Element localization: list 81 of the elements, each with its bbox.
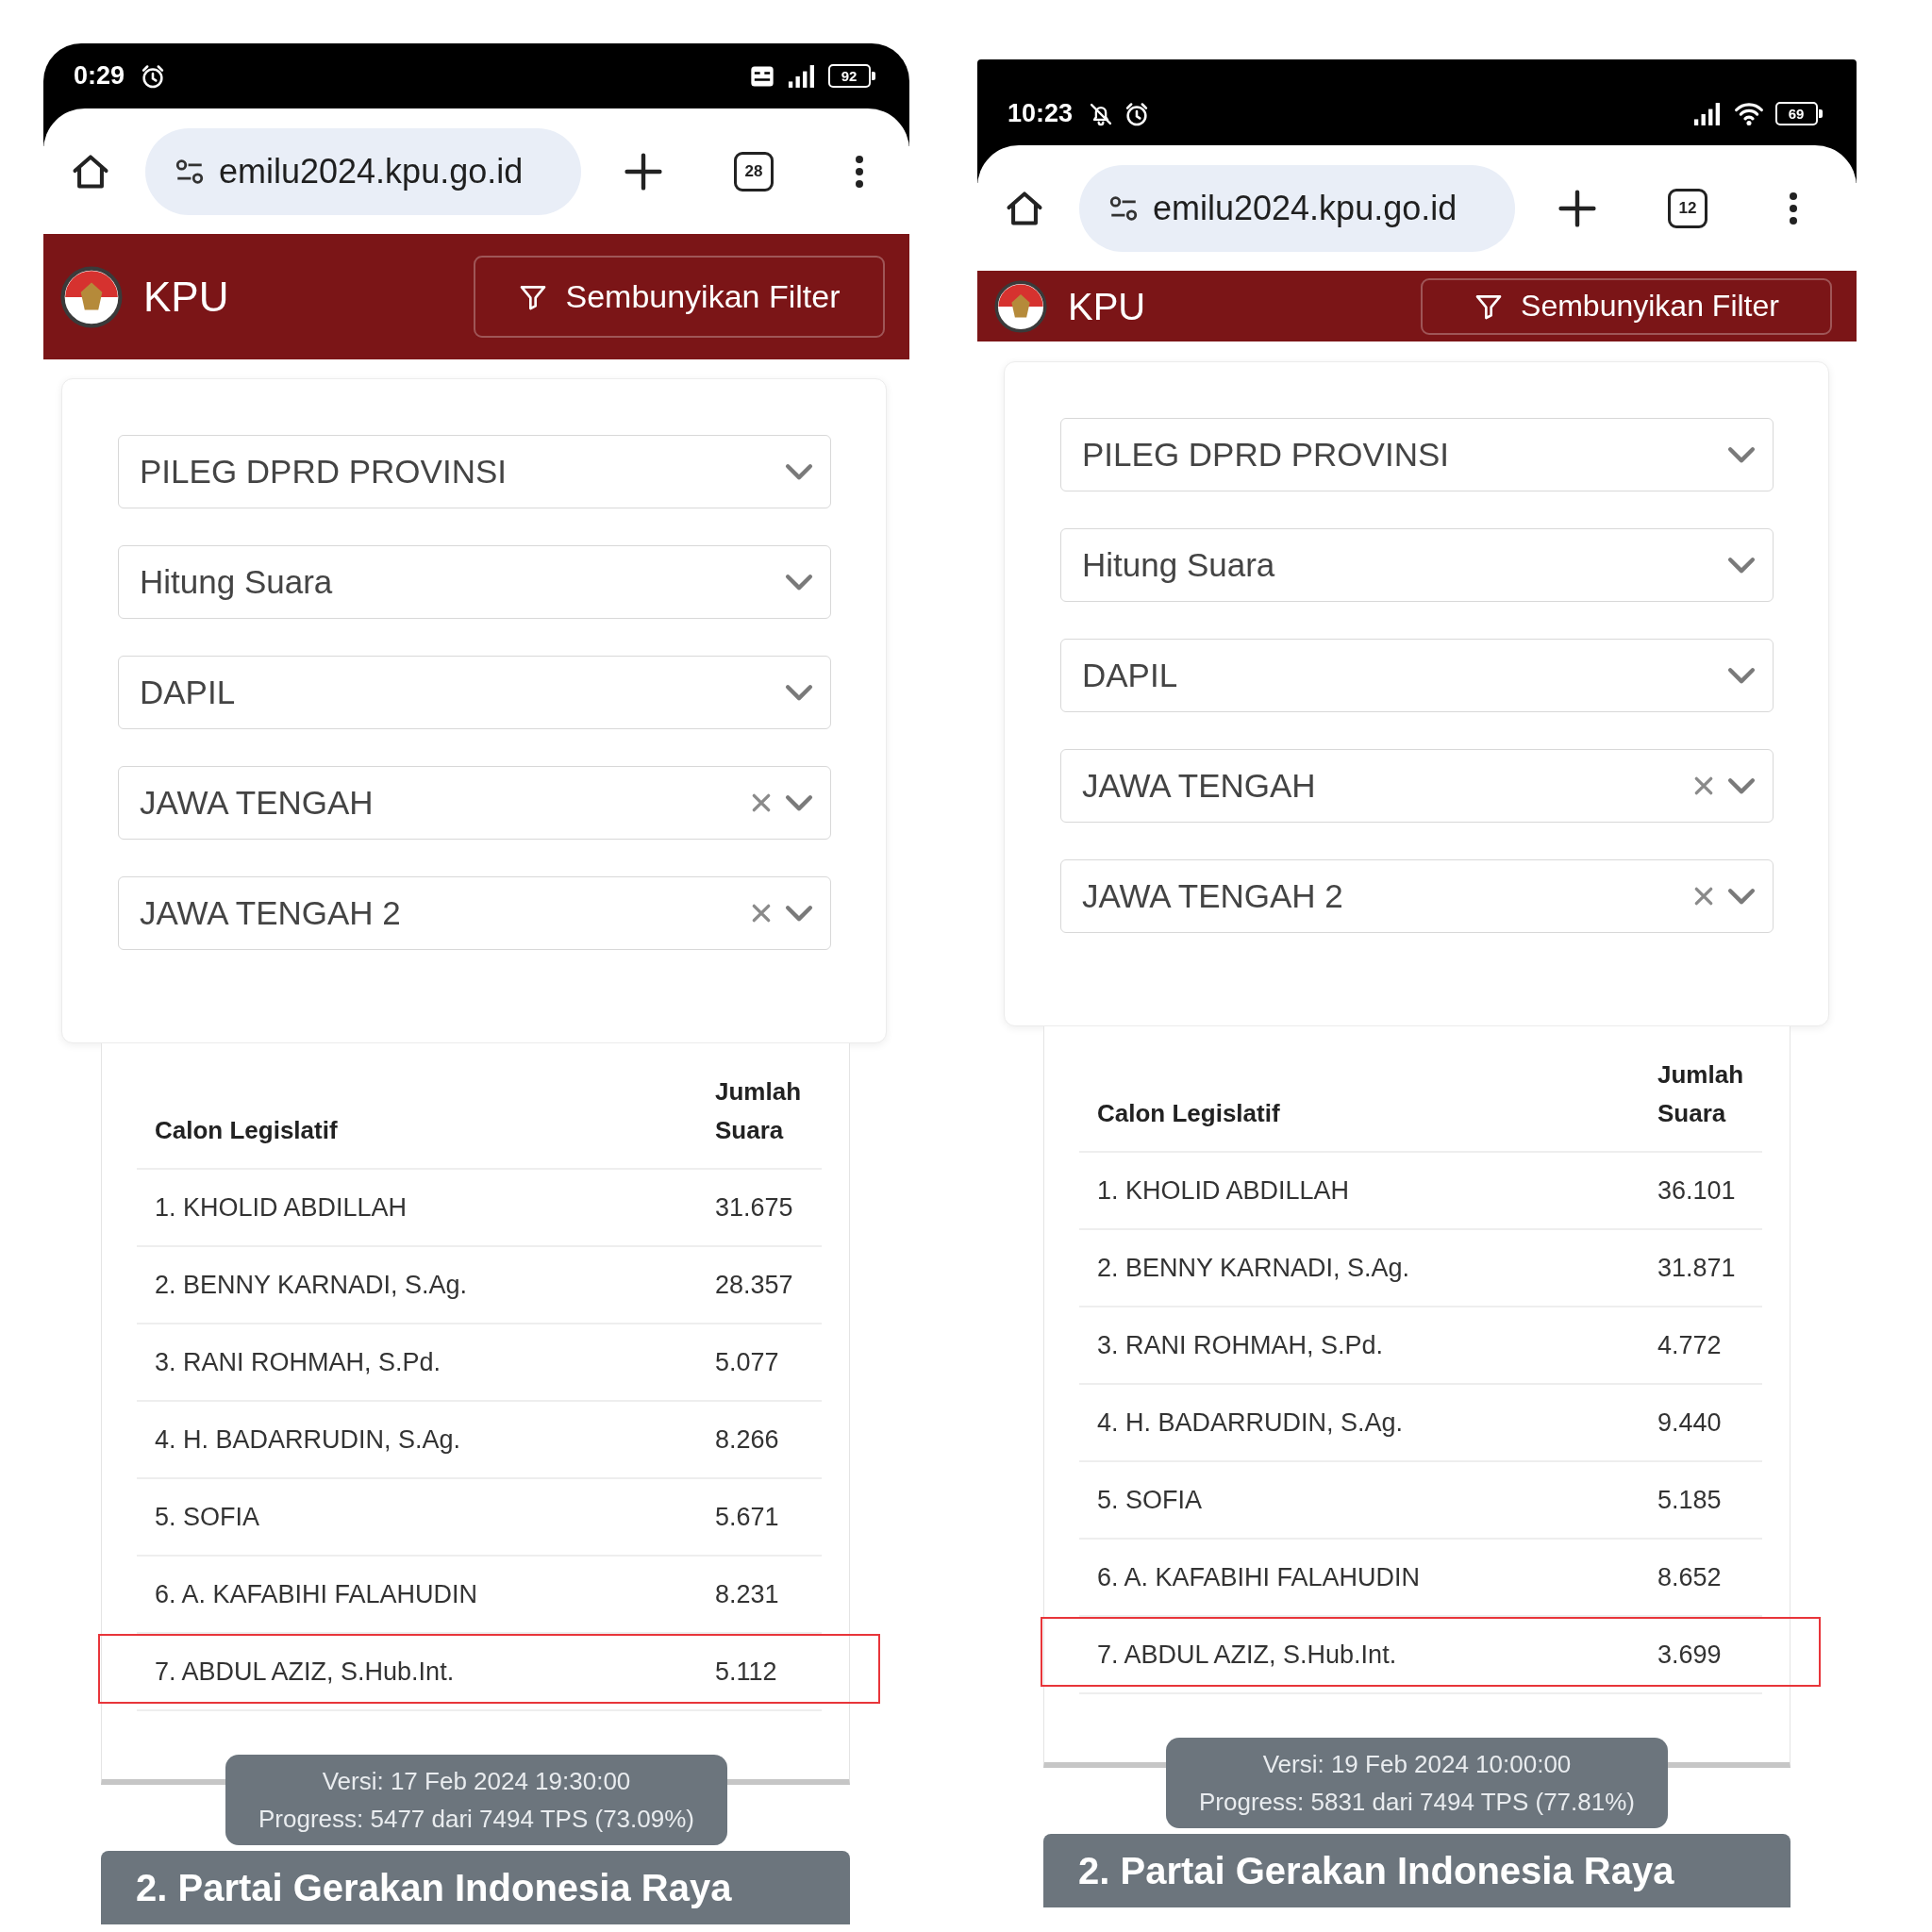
wifi-icon: [1734, 101, 1764, 126]
vote-count: 5.185: [1657, 1485, 1722, 1515]
select-field[interactable]: DAPIL: [1060, 639, 1774, 712]
signal-bars-icon: [787, 63, 817, 89]
vote-count: 36.101: [1657, 1175, 1736, 1206]
vote-count: 8.231: [715, 1579, 779, 1609]
version-text: Versi: 17 Feb 2024 19:30:00: [321, 1766, 632, 1797]
select-field[interactable]: JAWA TENGAH 2: [1060, 859, 1774, 933]
hide-filter-button[interactable]: Sembunyikan Filter: [474, 256, 885, 338]
clear-icon[interactable]: [751, 903, 772, 924]
tab-switcher-button[interactable]: 12: [1668, 188, 1707, 228]
candidate-name: 6. A. KAFABIHI FALAHUDIN: [1097, 1562, 1421, 1591]
clear-icon[interactable]: [1693, 886, 1714, 907]
status-time: 0:29: [74, 63, 125, 89]
battery-indicator: 92: [828, 64, 875, 88]
vote-count: 5.671: [715, 1502, 779, 1532]
more-menu-icon[interactable]: [855, 154, 864, 189]
column-header: Calon Legislatif: [155, 1116, 338, 1145]
hide-filter-button[interactable]: Sembunyikan Filter: [1421, 277, 1832, 335]
chevron-down-icon: [1727, 556, 1756, 575]
candidate-name: 3. RANI ROHMAH, S.Pd.: [155, 1347, 441, 1376]
select-field[interactable]: DAPIL: [118, 656, 831, 729]
more-menu-icon[interactable]: [1789, 191, 1798, 225]
vote-count: 31.871: [1657, 1253, 1736, 1283]
progress-text: Progress: 5477 dari 7494 TPS (73.09%): [258, 1804, 695, 1835]
select-field[interactable]: JAWA TENGAH: [1060, 749, 1774, 823]
vote-count: 3.699: [1657, 1640, 1722, 1670]
column-header: Jumlah Suara: [1657, 1058, 1744, 1130]
section-heading: 2. Partai Gerakan Indonesia Raya: [101, 1851, 850, 1924]
select-field[interactable]: JAWA TENGAH 2: [118, 876, 831, 950]
select-field[interactable]: Hitung Suara: [1060, 528, 1774, 602]
site-title: KPU: [143, 275, 229, 318]
chevron-down-icon: [785, 462, 813, 481]
chevron-down-icon: [785, 904, 813, 923]
select-field[interactable]: Hitung Suara: [118, 545, 831, 619]
battery-indicator: 69: [1775, 102, 1823, 125]
candidate-name: 2. BENNY KARNADI, S.Ag.: [1097, 1253, 1410, 1282]
version-text: Versi: 19 Feb 2024 10:00:00: [1261, 1749, 1573, 1780]
candidate-name: 1. KHOLID ABDILLAH: [155, 1192, 408, 1222]
site-title: KPU: [1068, 287, 1146, 325]
candidate-name: 5. SOFIA: [1097, 1485, 1203, 1514]
column-header: Jumlah Suara: [715, 1075, 802, 1147]
chevron-down-icon: [785, 573, 813, 591]
select-field[interactable]: PILEG DPRD PROVINSI: [118, 435, 831, 508]
clear-icon[interactable]: [1693, 775, 1714, 796]
round-emblem-icon: [994, 279, 1047, 333]
chevron-down-icon: [1727, 445, 1756, 464]
chevron-down-icon: [785, 793, 813, 812]
status-time: 10:23: [1008, 101, 1074, 126]
vote-count: 31.675: [715, 1192, 793, 1223]
select-field[interactable]: PILEG DPRD PROVINSI: [1060, 418, 1774, 491]
address-bar[interactable]: emilu2024.kpu.go.id: [1079, 164, 1515, 252]
candidate-name: 1. KHOLID ABDILLAH: [1097, 1175, 1350, 1205]
candidate-name: 4. H. BADARRUDIN, S.Ag.: [155, 1424, 461, 1454]
vote-count: 8.652: [1657, 1562, 1722, 1592]
candidate-name: 7. ABDUL AZIZ, S.Hub.Int.: [155, 1657, 455, 1686]
tab-switcher-button[interactable]: 28: [734, 151, 774, 192]
chevron-down-icon: [1727, 887, 1756, 906]
chevron-down-icon: [1727, 666, 1756, 685]
vote-count: 4.772: [1657, 1330, 1722, 1360]
round-emblem-icon: [60, 265, 123, 328]
vote-count: 9.440: [1657, 1407, 1722, 1438]
column-header: Calon Legislatif: [1097, 1099, 1280, 1128]
candidate-name: 7. ABDUL AZIZ, S.Hub.Int.: [1097, 1640, 1397, 1669]
vote-count: 5.077: [715, 1347, 779, 1377]
signal-bars-icon: [1692, 101, 1723, 126]
candidate-name: 3. RANI ROHMAH, S.Pd.: [1097, 1330, 1384, 1359]
vote-count: 5.112: [715, 1657, 777, 1687]
candidate-name: 6. A. KAFABIHI FALAHUDIN: [155, 1579, 478, 1608]
vote-count: 28.357: [715, 1270, 793, 1300]
clear-icon[interactable]: [751, 792, 772, 813]
candidate-name: 4. H. BADARRUDIN, S.Ag.: [1097, 1407, 1404, 1437]
section-heading: 2. Partai Gerakan Indonesia Raya: [1043, 1834, 1790, 1907]
address-bar[interactable]: emilu2024.kpu.go.id: [145, 127, 581, 215]
chevron-down-icon: [1727, 776, 1756, 795]
progress-text: Progress: 5831 dari 7494 TPS (77.81%): [1198, 1787, 1636, 1818]
candidate-name: 5. SOFIA: [155, 1502, 260, 1531]
candidate-name: 2. BENNY KARNADI, S.Ag.: [155, 1270, 468, 1299]
vote-count: 8.266: [715, 1424, 779, 1455]
select-field[interactable]: JAWA TENGAH: [118, 766, 831, 840]
chevron-down-icon: [785, 683, 813, 702]
